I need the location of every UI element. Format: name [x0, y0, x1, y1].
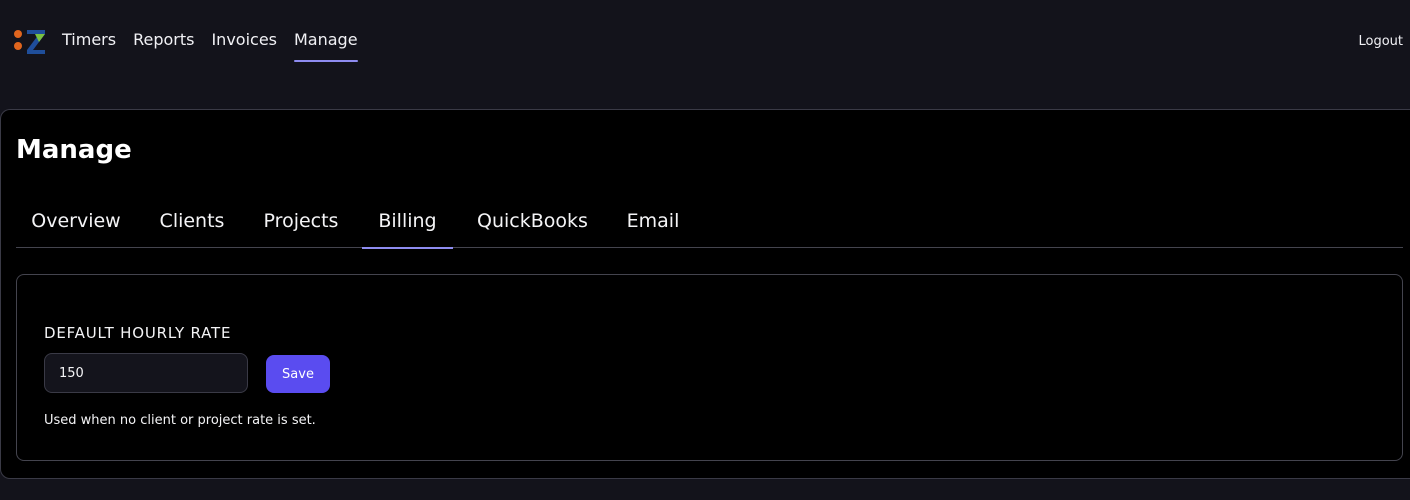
tab-overview[interactable]: Overview	[16, 195, 136, 248]
save-button[interactable]: Save	[266, 355, 330, 393]
default-hourly-rate-input[interactable]	[44, 353, 248, 393]
logout-link[interactable]: Logout	[1358, 34, 1403, 49]
top-navigation-bar: Timers Reports Invoices Manage Logout	[0, 0, 1410, 82]
manage-tabs: Overview Clients Projects Billing QuickB…	[16, 195, 1403, 249]
nav-item-manage[interactable]: Manage	[294, 30, 358, 62]
nav-item-timers[interactable]: Timers	[62, 30, 116, 62]
tab-projects[interactable]: Projects	[258, 195, 344, 248]
manage-panel: Manage Overview Clients Projects Billing…	[0, 109, 1410, 479]
default-hourly-rate-label: DEFAULT HOURLY RATE	[44, 324, 232, 342]
page-title: Manage	[16, 135, 132, 165]
rate-help-text: Used when no client or project rate is s…	[44, 413, 316, 428]
billing-card: DEFAULT HOURLY RATE Save Used when no cl…	[16, 274, 1403, 461]
tab-email[interactable]: Email	[623, 195, 683, 248]
tab-billing[interactable]: Billing	[362, 195, 453, 249]
nav-item-invoices[interactable]: Invoices	[211, 30, 277, 62]
nav-item-reports[interactable]: Reports	[133, 30, 194, 62]
tab-clients[interactable]: Clients	[156, 195, 228, 248]
main-nav: Timers Reports Invoices Manage	[62, 30, 358, 62]
app-logo-icon[interactable]	[13, 28, 47, 54]
tab-quickbooks[interactable]: QuickBooks	[477, 195, 588, 248]
